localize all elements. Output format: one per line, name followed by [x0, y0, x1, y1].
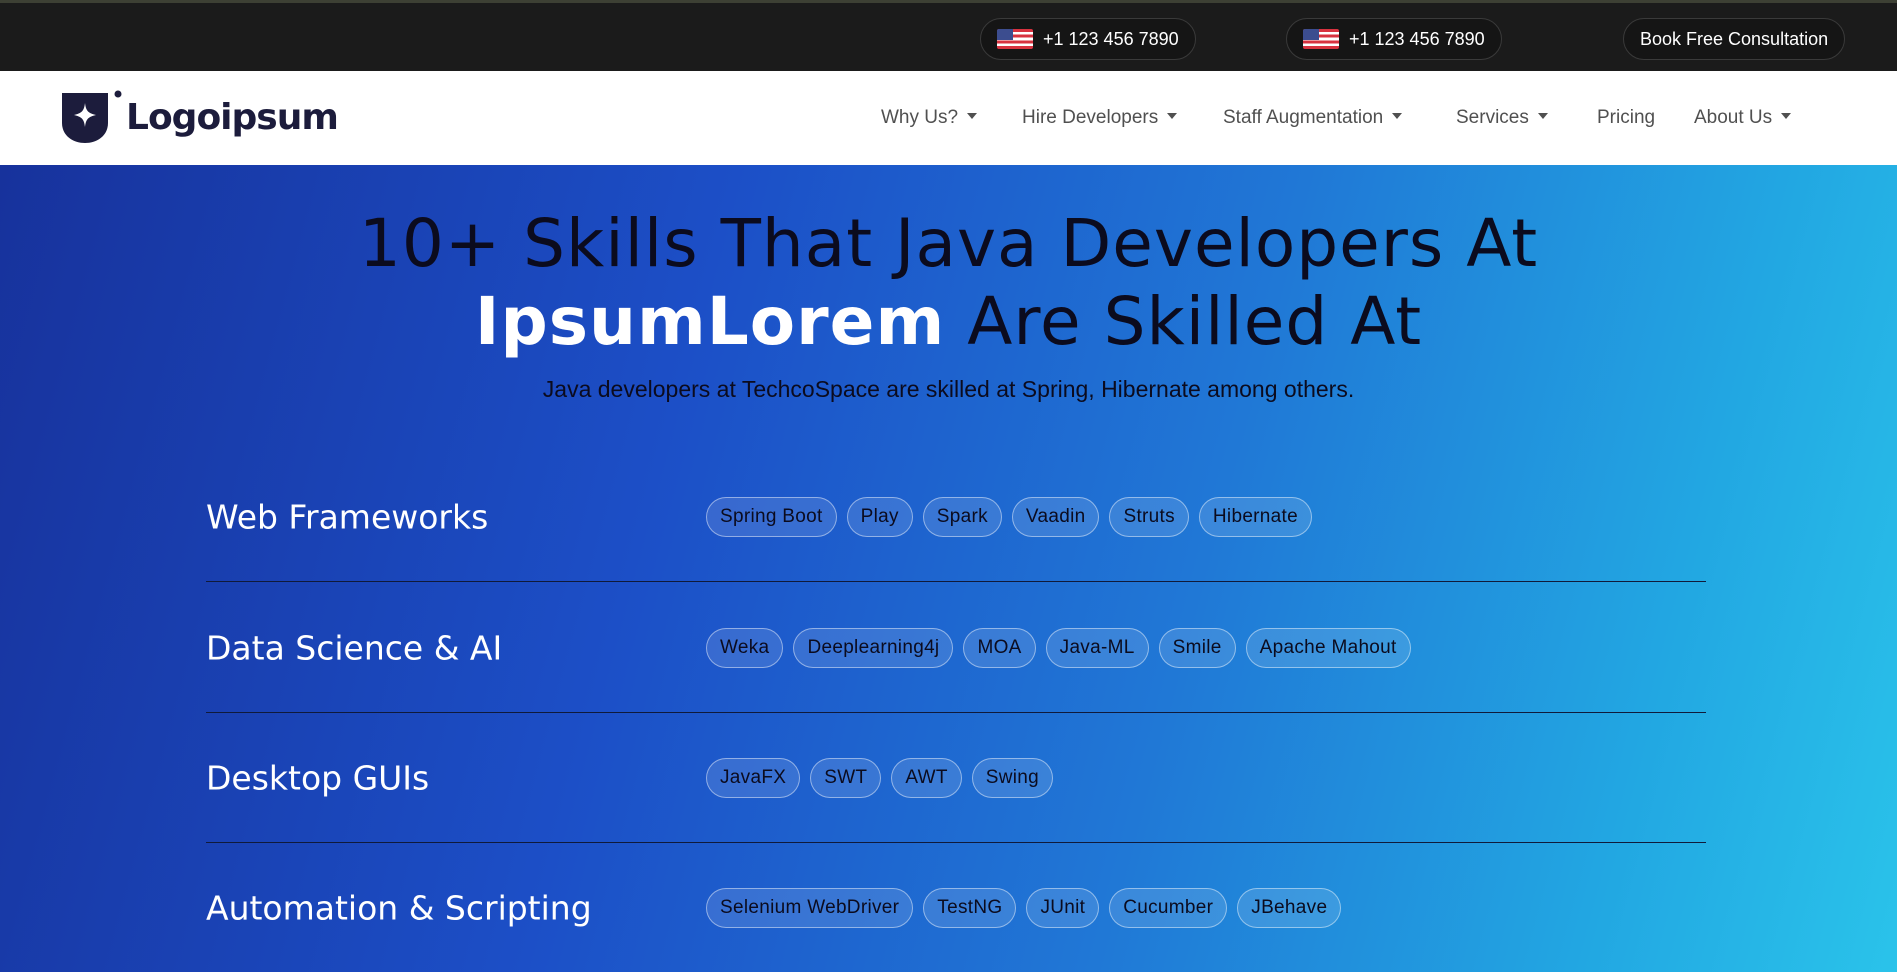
skill-tag: Cucumber — [1109, 888, 1228, 928]
nav-services[interactable]: Services — [1456, 71, 1548, 165]
skill-tag: Spark — [922, 496, 1002, 537]
skill-tag: Play — [846, 496, 913, 537]
skill-tag: SWT — [810, 757, 882, 798]
skill-tag: Swing — [971, 757, 1054, 798]
phone-link-2[interactable]: +1 123 456 7890 — [1286, 18, 1502, 60]
caret-down-icon — [967, 113, 978, 119]
phone-number: +1 123 456 7890 — [1349, 28, 1485, 49]
skill-tag: Apache Mahout — [1245, 627, 1411, 668]
us-flag-icon — [997, 29, 1033, 49]
nav-label: Staff Augmentation — [1223, 107, 1384, 128]
skill-tag: TestNG — [923, 888, 1017, 928]
nav-label: Why Us? — [881, 107, 959, 128]
skill-tag: MOA — [963, 627, 1036, 668]
skill-tags: Weka Deeplearning4j MOA Java-ML Smile Ap… — [706, 627, 1411, 668]
book-consultation-button[interactable]: Book Free Consultation — [1623, 18, 1846, 60]
title-highlight: IpsumLorem — [474, 283, 946, 360]
caret-down-icon — [1537, 113, 1548, 119]
nav-pricing[interactable]: Pricing — [1597, 71, 1655, 165]
caret-down-icon — [1392, 113, 1403, 119]
nav-staff-augmentation[interactable]: Staff Augmentation — [1223, 71, 1403, 165]
skill-tag: Struts — [1109, 496, 1189, 537]
skill-tag: JavaFX — [706, 757, 801, 798]
skill-tag: JBehave — [1237, 888, 1342, 928]
us-flag-icon — [1303, 29, 1339, 49]
skill-tag: Spring Boot — [706, 496, 837, 537]
skill-row-data-science: Data Science & AI Weka Deeplearning4j MO… — [206, 583, 1706, 713]
caret-down-icon — [1167, 113, 1178, 119]
skill-category-title: Data Science & AI — [206, 628, 503, 667]
site-logo[interactable]: Logoipsum — [60, 89, 339, 145]
nav-about-us[interactable]: About Us — [1694, 71, 1792, 165]
section-title: 10+ Skills That Java Developers At Ipsum… — [0, 205, 1897, 361]
logo-mark-icon — [62, 90, 122, 143]
caret-down-icon — [1781, 113, 1792, 119]
phone-link-1[interactable]: +1 123 456 7890 — [980, 18, 1196, 60]
skill-tag: Java-ML — [1045, 627, 1149, 668]
skill-tags: JavaFX SWT AWT Swing — [706, 757, 1054, 798]
skill-category-title: Web Frameworks — [206, 497, 489, 536]
nav-hire-developers[interactable]: Hire Developers — [1022, 71, 1178, 165]
nav-label: About Us — [1694, 107, 1773, 128]
title-line-1: 10+ Skills That Java Developers At — [358, 205, 1539, 282]
top-bar: +1 123 456 7890 +1 123 456 7890 Book Fre… — [0, 0, 1897, 71]
logo-text: Logoipsum — [126, 96, 339, 138]
skills-section: 10+ Skills That Java Developers At Ipsum… — [0, 165, 1897, 972]
skill-tag: Vaadin — [1011, 496, 1100, 537]
title-line-2-rest: Are Skilled At — [945, 283, 1423, 360]
skill-tag: Hibernate — [1198, 496, 1312, 537]
nav-label: Pricing — [1597, 107, 1656, 128]
skill-category-title: Desktop GUIs — [206, 758, 430, 797]
skill-tags: Spring Boot Play Spark Vaadin Struts Hib… — [706, 496, 1312, 537]
skill-tag: AWT — [891, 757, 962, 798]
skill-tag: JUnit — [1026, 888, 1100, 928]
title-line-2: IpsumLorem Are Skilled At — [0, 283, 1897, 361]
skill-tag: Weka — [706, 627, 784, 668]
skill-tag: Selenium WebDriver — [706, 888, 914, 928]
nav-label: Hire Developers — [1022, 107, 1159, 128]
skill-row-web-frameworks: Web Frameworks Spring Boot Play Spark Va… — [206, 452, 1706, 582]
nav-why-us[interactable]: Why Us? — [881, 71, 978, 165]
skill-row-desktop-guis: Desktop GUIs JavaFX SWT AWT Swing — [206, 713, 1706, 843]
skill-tags: Selenium WebDriver TestNG JUnit Cucumber… — [706, 888, 1342, 928]
skill-category-title: Automation & Scripting — [206, 888, 592, 928]
nav-label: Services — [1456, 107, 1529, 128]
skill-tag: Deeplearning4j — [793, 627, 954, 668]
section-subtitle: Java developers at TechcoSpace are skill… — [542, 376, 1355, 402]
phone-number: +1 123 456 7890 — [1043, 28, 1179, 49]
skill-tag: Smile — [1158, 627, 1236, 668]
skill-row-automation: Automation & Scripting Selenium WebDrive… — [206, 843, 1706, 972]
site-header: Logoipsum Why Us? Hire Developers Staff … — [0, 71, 1897, 165]
